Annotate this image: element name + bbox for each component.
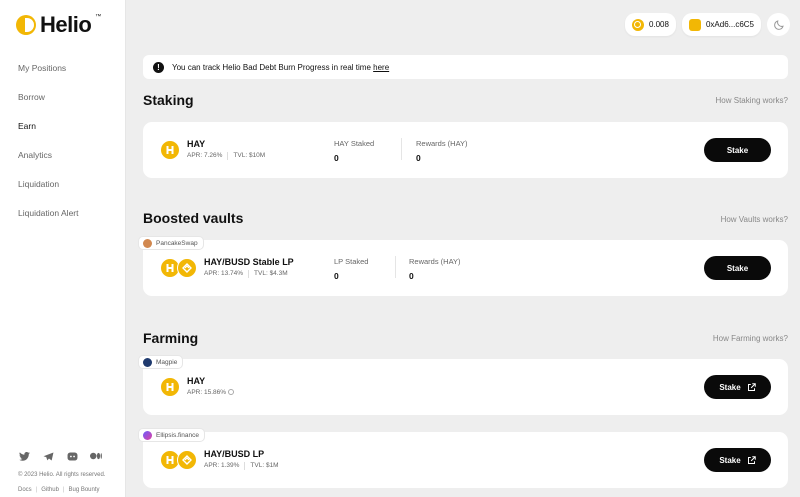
banner-text: You can track Helio Bad Debt Burn Progre… <box>172 62 390 72</box>
rewards-hay: Rewards (HAY) 0 <box>409 257 461 281</box>
farm-card-hay-busd: HAY/BUSD LP APR: 1.39% TVL: $1M Stake <box>143 432 788 488</box>
stake-button[interactable]: Stake <box>704 138 771 162</box>
how-vaults-works-link[interactable]: How Vaults works? <box>721 215 788 224</box>
sidebar: Helio ™ My Positions Borrow Earn Analyti… <box>0 0 126 497</box>
sidebar-item-my-positions[interactable]: My Positions <box>18 62 79 91</box>
sidebar-item-liquidation-alert[interactable]: Liquidation Alert <box>18 207 79 236</box>
wallet-address: 0xAd6...c6C5 <box>705 20 754 29</box>
pancakeswap-icon <box>143 238 152 248</box>
staking-title: Staking <box>143 92 194 108</box>
busd-token-icon <box>177 450 197 470</box>
stat-label: LP Staked <box>334 257 369 266</box>
sidebar-item-analytics[interactable]: Analytics <box>18 149 79 178</box>
balance-pill[interactable]: 0.008 <box>624 13 676 36</box>
token-icons <box>160 140 180 160</box>
copyright-text: © 2023 Helio. All rights reserved. <box>18 472 106 478</box>
how-staking-works-link[interactable]: How Staking works? <box>716 96 788 105</box>
external-link-icon <box>747 382 756 391</box>
footer-links: Docs | Github | Bug Bounty <box>18 487 100 493</box>
medium-icon[interactable] <box>90 451 102 461</box>
discord-icon[interactable] <box>66 451 78 461</box>
lp-staked: LP Staked 0 <box>334 257 368 281</box>
pool-name: HAY <box>187 139 206 149</box>
tvl-value: TVL: $1M <box>250 462 279 469</box>
apr-value: APR: 15.86% <box>187 389 235 396</box>
wallet-icon <box>688 18 701 31</box>
info-icon[interactable] <box>228 389 235 396</box>
theme-toggle-button[interactable] <box>767 13 790 36</box>
hay-token-icon <box>160 377 180 397</box>
hay-token-icon <box>160 140 180 160</box>
hay-coin-icon <box>631 18 644 31</box>
stat-value: 0 <box>409 271 414 281</box>
helio-logo-icon <box>16 15 36 35</box>
pool-name: HAY/BUSD LP <box>204 449 265 459</box>
stake-button[interactable]: Stake <box>704 256 771 280</box>
farm-card-hay: HAY APR: 15.86% Stake <box>143 359 788 415</box>
apr-value: APR: 13.74% <box>204 270 244 277</box>
sidebar-item-borrow[interactable]: Borrow <box>18 91 79 120</box>
pool-name: HAY/BUSD Stable LP <box>204 257 294 267</box>
logo-text: Helio <box>40 12 92 37</box>
stake-external-button[interactable]: Stake <box>704 375 771 399</box>
wallet-pill[interactable]: 0xAd6...c6C5 <box>681 13 761 36</box>
pool-name: HAY <box>187 376 206 386</box>
stake-external-button[interactable]: Stake <box>704 448 771 472</box>
how-farming-works-link[interactable]: How Farming works? <box>713 334 788 343</box>
stat-label: HAY Staked <box>334 139 375 148</box>
tvl-value: TVL: $4.3M <box>254 270 288 277</box>
vault-card-hay-busd: HAY/BUSD Stable LP APR: 13.74% TVL: $4.3M… <box>143 240 788 296</box>
sidebar-nav: My Positions Borrow Earn Analytics Liqui… <box>18 62 79 236</box>
stat-value: 0 <box>334 271 339 281</box>
balance-value: 0.008 <box>648 20 669 29</box>
banner-link-here[interactable]: here <box>373 63 389 72</box>
footer-link-docs[interactable]: Docs <box>18 487 32 493</box>
stat-label: Rewards (HAY) <box>409 257 461 266</box>
token-icons <box>160 258 197 278</box>
pool-stats: APR: 1.39% TVL: $1M <box>204 462 279 470</box>
logo-trademark: ™ <box>95 14 102 20</box>
pancakeswap-tag: PancakeSwap <box>138 236 204 250</box>
pool-stats: APR: 15.86% <box>187 389 235 396</box>
external-link-icon <box>747 455 756 464</box>
ellipsis-icon <box>143 430 152 440</box>
info-banner: ! You can track Helio Bad Debt Burn Prog… <box>143 55 788 79</box>
pool-stats: APR: 13.74% TVL: $4.3M <box>204 270 288 278</box>
token-icons <box>160 450 197 470</box>
divider <box>395 256 396 278</box>
exclamation-icon: ! <box>153 61 164 73</box>
stat-label: Rewards (HAY) <box>416 139 468 148</box>
sidebar-item-earn[interactable]: Earn <box>18 120 79 149</box>
twitter-icon[interactable] <box>18 451 30 461</box>
stat-value: 0 <box>334 153 339 163</box>
pool-stats: APR: 7.26% TVL: $10M <box>187 152 265 160</box>
tvl-value: TVL: $10M <box>233 152 266 159</box>
ellipsis-finance-tag: Ellipsis.finance <box>138 428 205 442</box>
moon-icon <box>773 19 784 30</box>
stat-value: 0 <box>416 153 421 163</box>
busd-token-icon <box>177 258 197 278</box>
token-icons <box>160 377 180 397</box>
apr-value: APR: 1.39% <box>204 462 240 469</box>
magpie-icon <box>143 357 152 367</box>
magpie-tag: Magpie <box>138 355 184 369</box>
sidebar-item-liquidation[interactable]: Liquidation <box>18 178 79 207</box>
staking-card-hay: HAY APR: 7.26% TVL: $10M HAY Staked 0 Rew… <box>143 122 788 178</box>
footer-link-bug-bounty[interactable]: Bug Bounty <box>68 487 99 493</box>
divider <box>401 138 402 160</box>
farming-title: Farming <box>143 330 199 346</box>
social-links <box>18 451 102 461</box>
top-bar: 0.008 0xAd6...c6C5 <box>624 13 790 36</box>
footer-link-github[interactable]: Github <box>41 487 59 493</box>
hay-staked: HAY Staked 0 <box>334 139 374 163</box>
telegram-icon[interactable] <box>42 451 54 461</box>
apr-value: APR: 7.26% <box>187 152 223 159</box>
helio-logo[interactable]: Helio ™ <box>16 12 101 38</box>
rewards-hay: Rewards (HAY) 0 <box>416 139 468 163</box>
boosted-vaults-title: Boosted vaults <box>143 210 244 226</box>
